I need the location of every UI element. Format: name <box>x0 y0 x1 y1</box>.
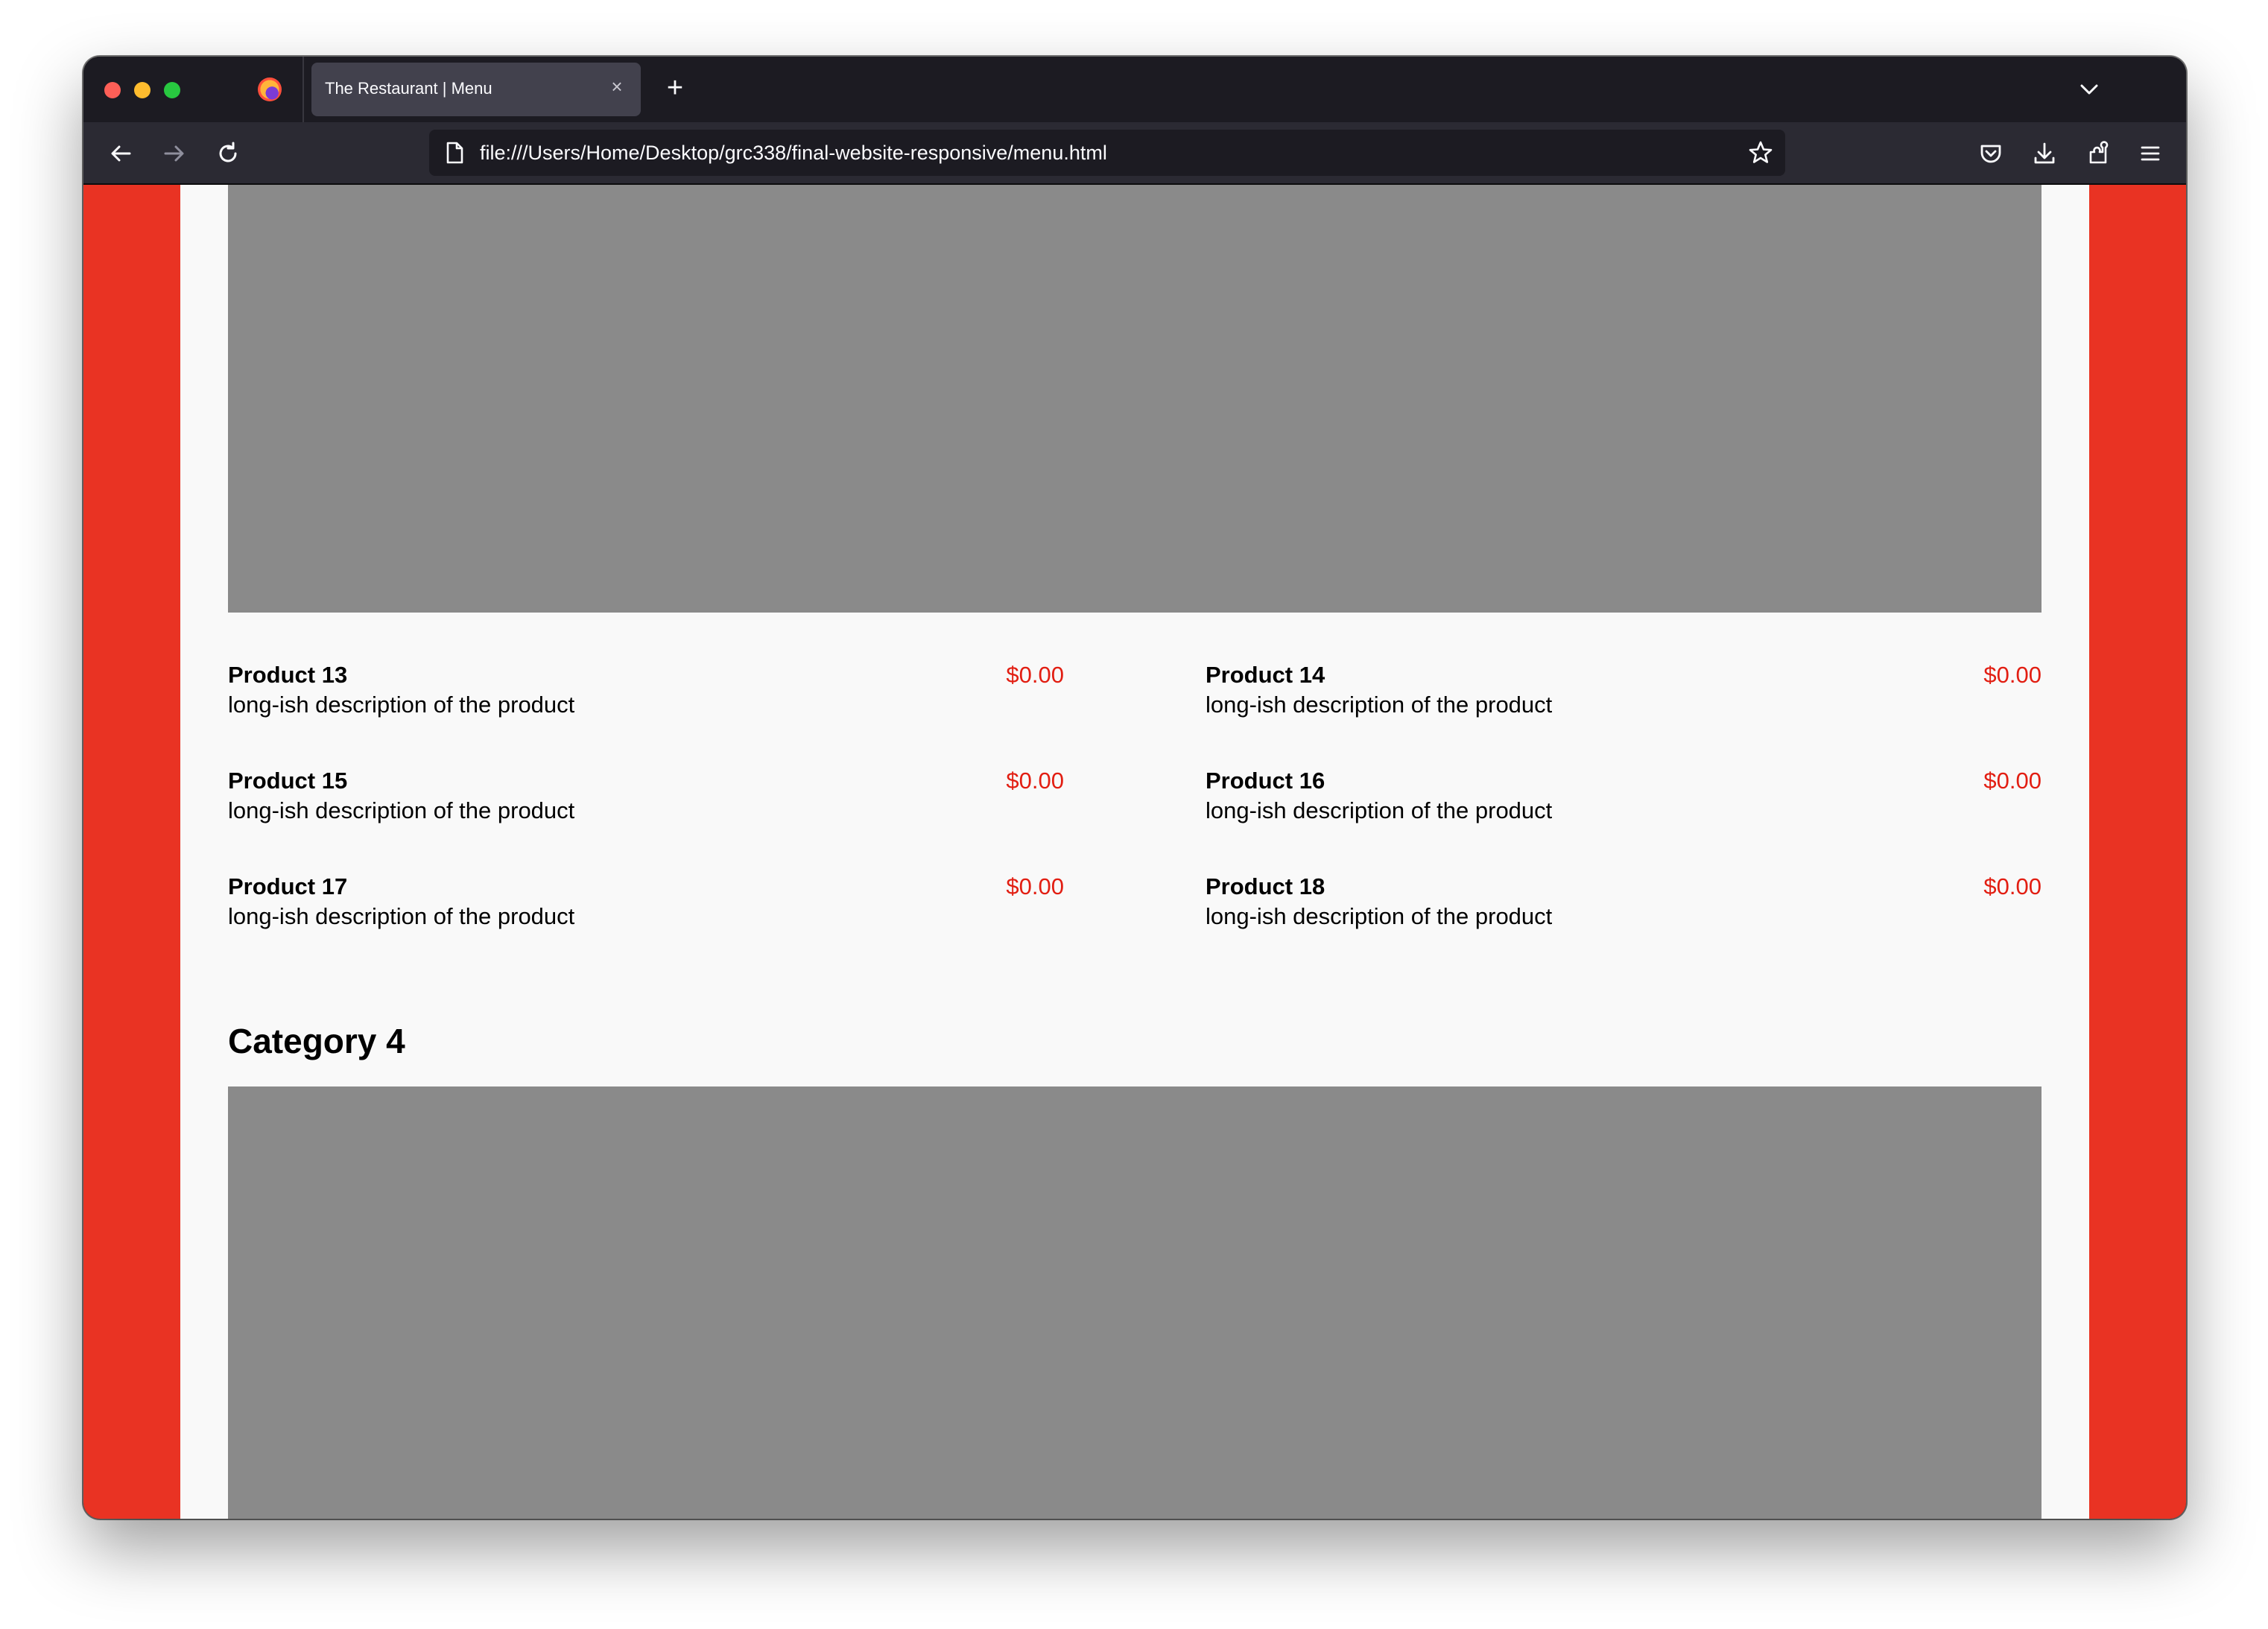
tab-separator <box>302 57 304 122</box>
url-text: file:///Users/Home/Desktop/grc338/final-… <box>480 142 1107 164</box>
product-price: $0.00 <box>1983 873 2041 899</box>
menu-hamburger-icon[interactable] <box>2134 137 2167 170</box>
back-arrow-icon[interactable] <box>104 137 137 170</box>
product-item: Product 15 long-ish description of the p… <box>228 768 1064 827</box>
bookmark-star-icon[interactable] <box>1746 139 1775 167</box>
new-tab-button[interactable]: + <box>660 73 690 103</box>
category-4-image-placeholder <box>228 1086 2041 1519</box>
tab-active[interactable]: The Restaurant | Menu × <box>311 63 641 116</box>
product-name: Product 13 <box>228 662 348 688</box>
close-window-button[interactable] <box>104 82 121 98</box>
menu-page-container: Product 13 long-ish description of the p… <box>180 185 2089 1519</box>
navigation-toolbar: file:///Users/Home/Desktop/grc338/final-… <box>83 122 2186 185</box>
product-description: long-ish description of the product <box>228 692 575 718</box>
page-viewport[interactable]: Product 13 long-ish description of the p… <box>83 185 2186 1519</box>
product-item: Product 14 long-ish description of the p… <box>1206 662 2041 721</box>
minimize-window-button[interactable] <box>134 82 151 98</box>
product-name: Product 15 <box>228 768 348 794</box>
product-description: long-ish description of the product <box>1206 797 1553 823</box>
downloads-icon[interactable] <box>2028 137 2061 170</box>
product-name: Product 14 <box>1206 662 1325 688</box>
product-price: $0.00 <box>1983 662 2041 688</box>
reload-icon[interactable] <box>212 137 244 170</box>
product-description: long-ish description of the product <box>1206 903 1553 929</box>
tab-strip: The Restaurant | Menu × + <box>83 57 2186 122</box>
extensions-icon[interactable] <box>2082 137 2115 170</box>
product-description: long-ish description of the product <box>1206 692 1553 718</box>
category-heading: Category 4 <box>228 1022 405 1060</box>
pocket-icon[interactable] <box>1974 137 2007 170</box>
product-name: Product 17 <box>228 873 348 899</box>
product-price: $0.00 <box>1006 768 1064 794</box>
product-item: Product 16 long-ish description of the p… <box>1206 768 2041 827</box>
product-description: long-ish description of the product <box>228 903 575 929</box>
category-3-image-placeholder <box>228 185 2041 613</box>
page-icon <box>443 140 466 165</box>
browser-window: The Restaurant | Menu × + file:///Users/… <box>83 57 2186 1519</box>
product-price: $0.00 <box>1006 662 1064 688</box>
forward-arrow-icon[interactable] <box>158 137 191 170</box>
tab-close-icon[interactable]: × <box>606 76 627 97</box>
chevron-down-icon[interactable] <box>2074 75 2104 104</box>
product-description: long-ish description of the product <box>228 797 575 823</box>
tab-title: The Restaurant | Menu <box>325 79 492 98</box>
product-item: Product 13 long-ish description of the p… <box>228 662 1064 721</box>
product-price: $0.00 <box>1983 768 2041 794</box>
zoom-window-button[interactable] <box>164 82 180 98</box>
product-price: $0.00 <box>1006 873 1064 899</box>
firefox-icon[interactable] <box>258 78 282 101</box>
product-item: Product 18 long-ish description of the p… <box>1206 873 2041 933</box>
product-item: Product 17 long-ish description of the p… <box>228 873 1064 933</box>
product-name: Product 16 <box>1206 768 1325 794</box>
product-name: Product 18 <box>1206 873 1325 899</box>
url-bar[interactable]: file:///Users/Home/Desktop/grc338/final-… <box>429 130 1785 176</box>
